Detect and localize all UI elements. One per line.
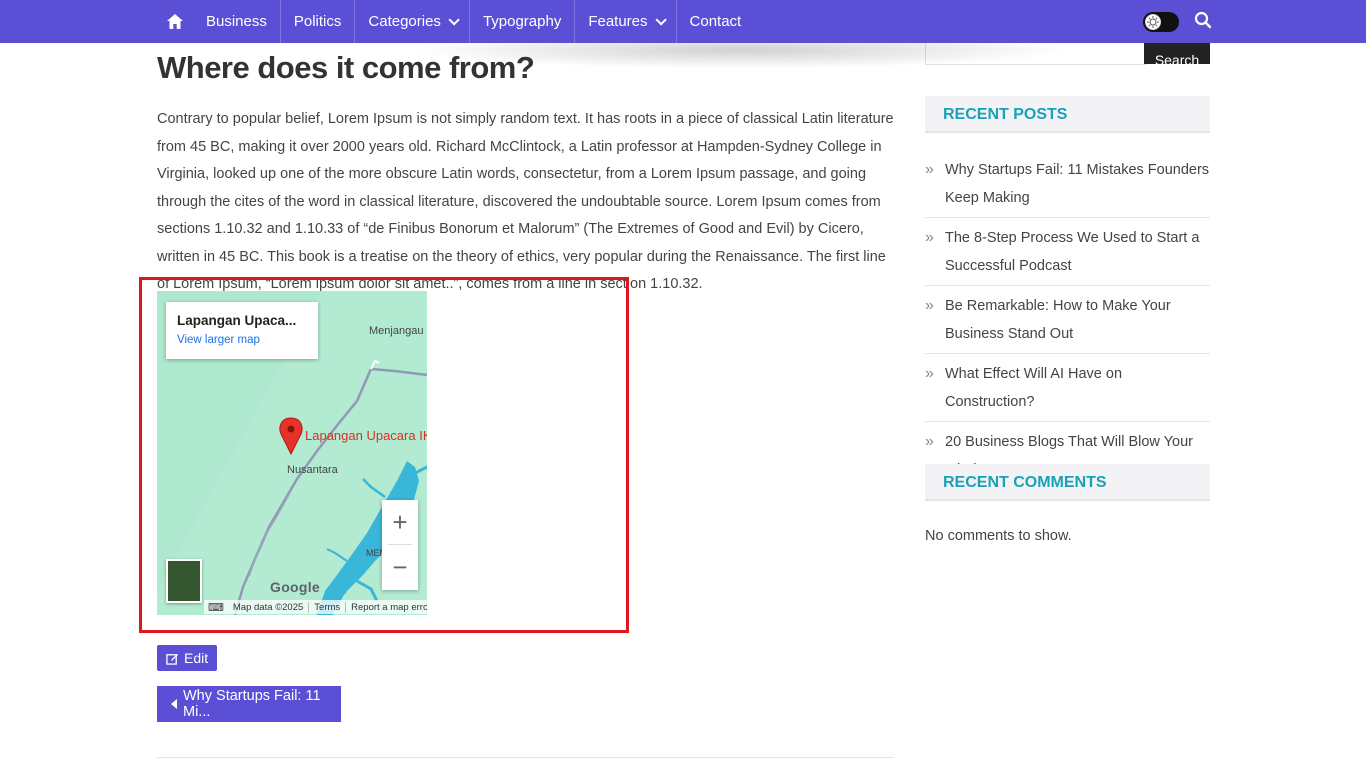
caret-left-icon — [171, 699, 177, 709]
recent-post-item[interactable]: » The 8-Step Process We Used to Start a S… — [925, 224, 1210, 286]
recent-post-item[interactable]: » What Effect Will AI Have on Constructio… — [925, 360, 1210, 422]
nav-item-typography[interactable]: Typography — [470, 0, 576, 43]
double-chevron-right-icon: » — [925, 161, 934, 178]
recent-post-item[interactable]: » Be Remarkable: How to Make Your Busines… — [925, 292, 1210, 354]
nav-item-label: Features — [588, 13, 648, 30]
map-label-nusantara: Nusantara — [287, 464, 338, 476]
nav-item-label: Politics — [293, 13, 342, 30]
map-attribution-bar: ⌨ Map data ©2025 Terms Report a map erro… — [204, 600, 427, 614]
map-zoom-control: + − — [382, 500, 418, 590]
map-info-card: Lapangan Upaca... View larger map — [166, 302, 318, 359]
nav-item-business[interactable]: Business — [193, 0, 281, 43]
recent-post-item[interactable]: » Why Startups Fail: 11 Mistakes Founders… — [925, 156, 1210, 218]
map-pin-label[interactable]: Lapangan Upacara IKI — [305, 428, 427, 443]
article-paragraph: Contrary to popular belief, Lorem Ipsum … — [157, 111, 894, 292]
map-label-menjangau: Menjangau — [369, 325, 424, 337]
zoom-in-button[interactable]: + — [382, 500, 418, 544]
recent-posts-list: » Why Startups Fail: 11 Mistakes Founders… — [925, 156, 1210, 495]
report-map-error-link[interactable]: Report a map error — [345, 601, 427, 613]
main-menu: Business Politics Categories Typography … — [157, 0, 754, 43]
view-larger-map-link[interactable]: View larger map — [177, 334, 260, 346]
search-button-label: Search — [1154, 52, 1200, 64]
nav-item-label: Contact — [689, 13, 742, 30]
map-terms-link[interactable]: Terms — [308, 601, 345, 613]
zoom-out-button[interactable]: − — [382, 545, 418, 589]
embedded-google-map[interactable]: Lapangan Upaca... View larger map Menjan… — [157, 291, 427, 615]
nav-item-label: Business — [206, 13, 267, 30]
map-place-title: Lapangan Upaca... — [177, 313, 297, 328]
dark-mode-toggle[interactable] — [1143, 12, 1179, 32]
sun-icon — [1147, 16, 1159, 28]
recent-posts-title: RECENT POSTS — [943, 106, 1068, 123]
double-chevron-right-icon: » — [925, 433, 934, 450]
top-navigation-bar: Business Politics Categories Typography … — [0, 0, 1366, 43]
nav-item-label: Typography — [482, 13, 562, 30]
recent-post-link[interactable]: Why Startups Fail: 11 Mistakes Founders … — [945, 162, 1209, 206]
google-logo: Google — [270, 579, 321, 595]
nav-item-features[interactable]: Features — [575, 0, 677, 43]
double-chevron-right-icon: » — [925, 229, 934, 246]
chevron-down-icon — [448, 13, 460, 26]
previous-post-label: Why Startups Fail: 11 Mi... — [183, 688, 321, 720]
keyboard-icon[interactable]: ⌨ — [208, 601, 228, 614]
page-title: Where does it come from? — [157, 50, 535, 85]
home-icon[interactable] — [157, 0, 193, 43]
no-comments-text: No comments to show. — [925, 528, 1072, 544]
edit-icon — [166, 653, 179, 665]
map-data-text: Map data ©2025 — [232, 601, 304, 613]
satellite-layer-toggle[interactable] — [166, 559, 202, 603]
recent-post-link[interactable]: The 8-Step Process We Used to Start a Su… — [945, 230, 1199, 274]
edit-button[interactable]: Edit — [157, 645, 218, 671]
toggle-knob — [1145, 14, 1161, 30]
double-chevron-right-icon: » — [925, 365, 934, 382]
recent-post-link[interactable]: Be Remarkable: How to Make Your Business… — [945, 298, 1171, 342]
sidebar-search-button[interactable]: Search — [1144, 43, 1210, 64]
recent-comments-title: RECENT COMMENTS — [943, 474, 1107, 491]
nav-item-contact[interactable]: Contact — [677, 0, 755, 43]
nav-item-label: Categories — [368, 13, 441, 30]
divider — [157, 757, 894, 758]
chevron-down-icon — [654, 13, 667, 26]
recent-comments-header: RECENT COMMENTS — [925, 464, 1210, 501]
double-chevron-right-icon: » — [925, 297, 934, 314]
search-icon[interactable] — [1194, 11, 1214, 31]
previous-post-button[interactable]: Why Startups Fail: 11 Mi... — [157, 686, 341, 722]
nav-item-politics[interactable]: Politics — [281, 0, 356, 43]
recent-posts-header: RECENT POSTS — [925, 96, 1210, 133]
nav-item-categories[interactable]: Categories — [355, 0, 470, 43]
edit-label: Edit — [184, 650, 209, 666]
recent-post-link[interactable]: What Effect Will AI Have on Construction… — [945, 366, 1122, 410]
